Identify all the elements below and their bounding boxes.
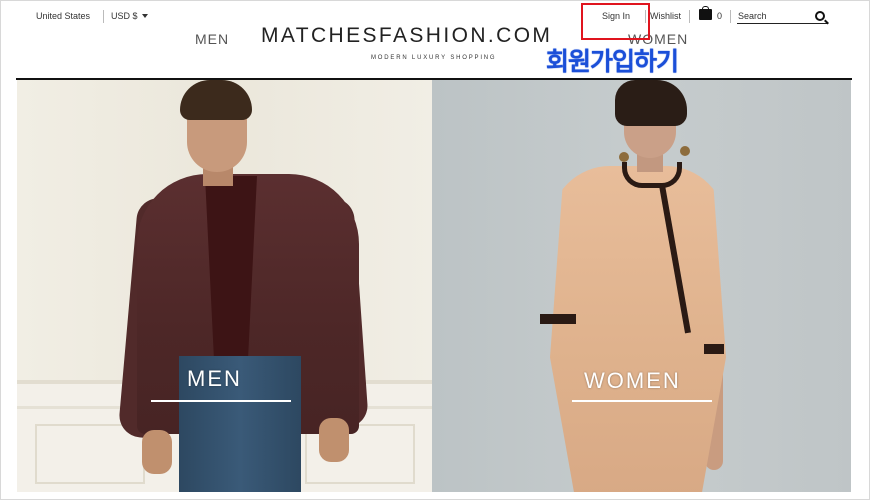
- woman-dress: [550, 166, 726, 492]
- woman-collar: [622, 162, 682, 188]
- country-selector[interactable]: United States: [36, 11, 90, 21]
- woman-sleeve-cuff: [704, 344, 724, 354]
- man-hand: [319, 418, 349, 462]
- bag-count: 0: [717, 11, 723, 21]
- man-hair: [180, 80, 252, 120]
- site-tagline: MODERN LUXURY SHOPPING: [371, 55, 497, 61]
- earring: [680, 146, 690, 156]
- hero-women-panel[interactable]: WOMEN: [432, 80, 851, 492]
- woman-hair: [615, 80, 687, 126]
- hero-women-label: WOMEN: [584, 368, 681, 393]
- earring: [619, 152, 629, 162]
- woman-sleeve-cuff: [540, 314, 576, 324]
- annotation-signup-text: 회원가입하기: [546, 47, 679, 76]
- hero-women-underline: [572, 400, 712, 402]
- search-underline: [737, 23, 828, 24]
- sign-in-highlight-box: [581, 3, 650, 40]
- hero-men-underline: [151, 400, 291, 402]
- divider: [689, 10, 690, 23]
- currency-label: USD $: [111, 11, 138, 21]
- hero-men-label: MEN: [187, 366, 242, 391]
- shopping-bag-icon[interactable]: [699, 6, 712, 20]
- wishlist-link[interactable]: Wishlist: [650, 11, 681, 21]
- search-input[interactable]: Search: [738, 11, 767, 21]
- site-logo[interactable]: MATCHESFASHION.COM: [261, 24, 552, 48]
- currency-selector[interactable]: USD $: [111, 11, 148, 21]
- hero-men-panel[interactable]: MEN: [17, 80, 432, 492]
- nav-men-link[interactable]: MEN: [195, 31, 229, 47]
- chevron-down-icon: [141, 14, 148, 18]
- divider: [730, 10, 731, 23]
- search-icon[interactable]: [815, 11, 825, 21]
- man-hand: [142, 430, 172, 474]
- divider: [103, 10, 104, 23]
